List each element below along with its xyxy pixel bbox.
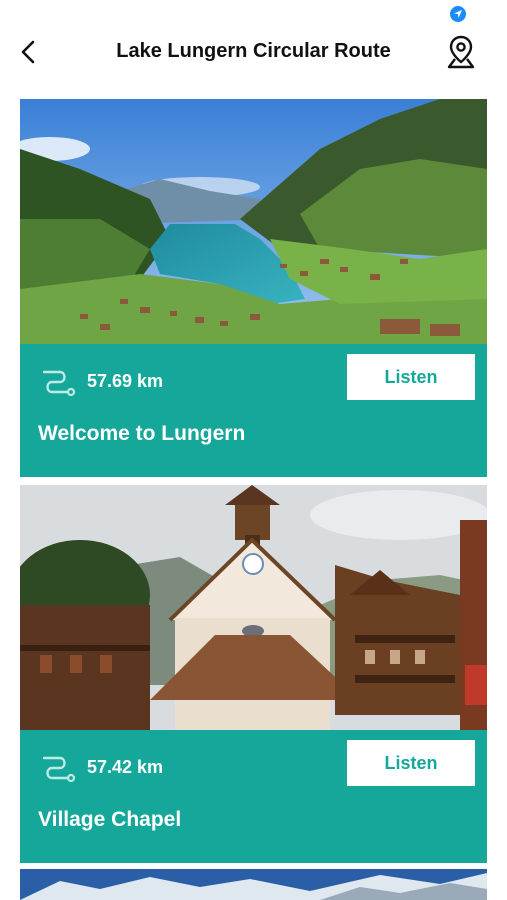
- stop-card-partial[interactable]: [20, 869, 487, 900]
- stop-info-panel: 57.69 km Listen Welcome to Lungern: [20, 344, 487, 477]
- stop-distance: 57.42 km: [87, 757, 164, 777]
- page-title: Lake Lungern Circular Route: [116, 40, 391, 62]
- chevron-left-icon: [21, 40, 35, 64]
- stop-card[interactable]: 57.69 km Listen Welcome to Lungern: [20, 99, 487, 477]
- header: Lake Lungern Circular Route: [0, 24, 507, 84]
- stop-name: Welcome to Lungern: [38, 422, 246, 445]
- location-status-icon: [450, 6, 466, 22]
- chapel-photo: [20, 485, 487, 730]
- map-pin-icon: [447, 35, 475, 69]
- stop-info-panel: 57.42 km Listen Village Chapel: [20, 730, 487, 863]
- stop-distance: 57.69 km: [87, 371, 164, 391]
- listen-button[interactable]: Listen: [347, 740, 475, 786]
- lake-valley-photo: [20, 99, 487, 344]
- route-distance-icon: [42, 756, 76, 783]
- route-distance-icon: [42, 370, 76, 397]
- listen-button[interactable]: Listen: [347, 354, 475, 400]
- map-button[interactable]: [443, 32, 479, 72]
- stop-name: Village Chapel: [38, 808, 182, 831]
- back-button[interactable]: [10, 34, 46, 70]
- stop-card[interactable]: 57.42 km Listen Village Chapel: [20, 485, 487, 863]
